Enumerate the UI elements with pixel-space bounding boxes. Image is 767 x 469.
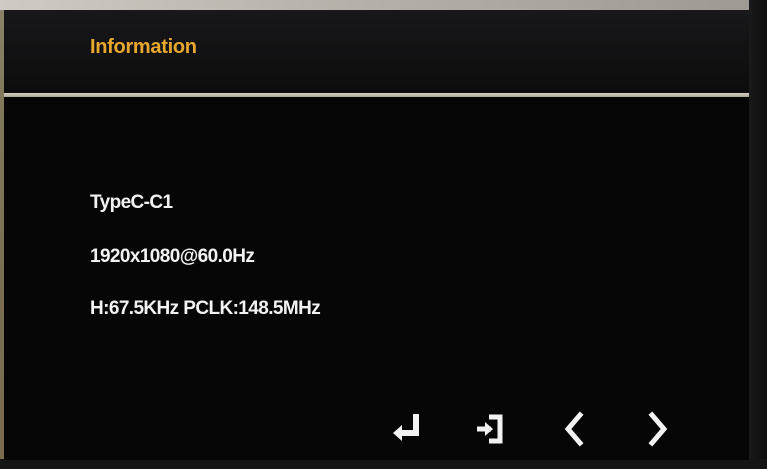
monitor-bezel-right (749, 0, 767, 469)
monitor-screen: Information TypeC-C1 1920x1080@60.0Hz H:… (0, 0, 767, 469)
chevron-right-icon[interactable] (636, 403, 680, 453)
frequency-info: H:67.5KHz PCLK:148.5MHz (90, 298, 321, 319)
chevron-left-icon[interactable] (552, 403, 596, 453)
osd-header: Information (4, 10, 749, 94)
monitor-bezel-bottom (0, 459, 767, 469)
enter-icon[interactable] (384, 403, 428, 453)
osd-nav-bar (374, 403, 714, 453)
screen-glare (0, 0, 767, 10)
exit-icon[interactable] (469, 403, 513, 453)
osd-title: Information (90, 36, 197, 58)
osd-menu: Information TypeC-C1 1920x1080@60.0Hz H:… (4, 10, 749, 460)
resolution-info: 1920x1080@60.0Hz (90, 246, 255, 267)
osd-divider (4, 93, 749, 97)
input-source-info: TypeC-C1 (90, 192, 173, 213)
